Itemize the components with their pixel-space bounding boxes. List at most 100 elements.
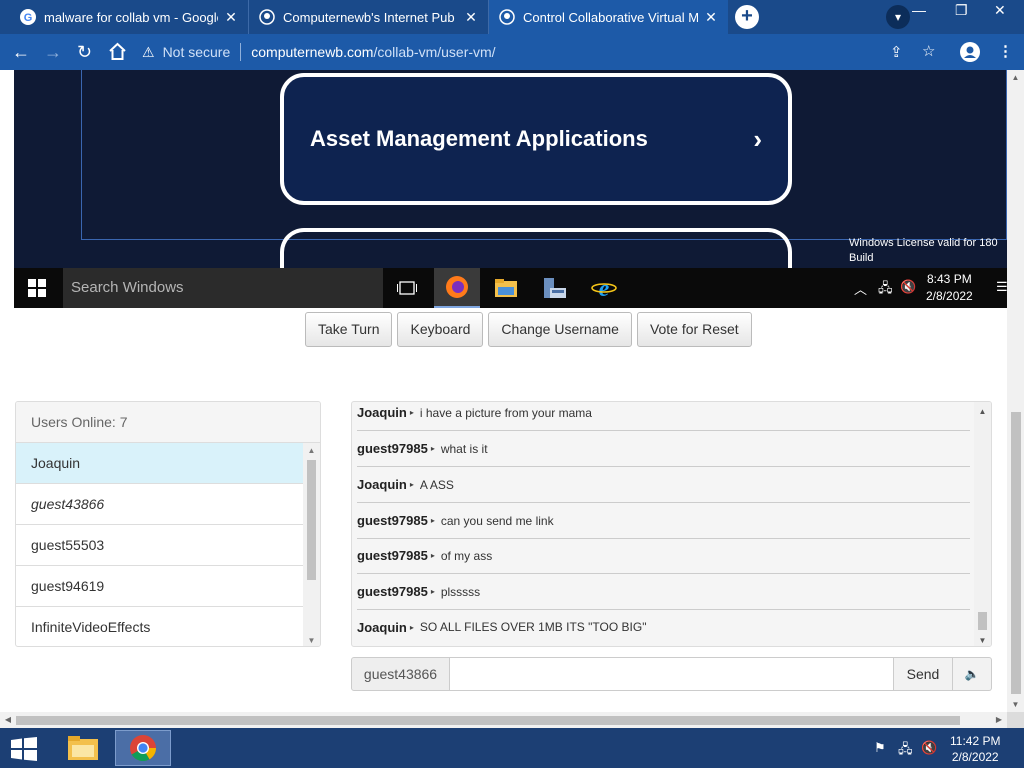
flag-alert-icon[interactable]: ⚑ [874,740,886,756]
take-turn-button[interactable]: Take Turn [305,312,393,347]
scrollbar-thumb[interactable] [16,716,960,725]
user-list-item[interactable]: guest43866 [16,484,304,525]
browser-tab-bar: G malware for collab vm - Google S ✕ Com… [0,0,1024,34]
host-date: 2/8/2022 [951,750,999,764]
profile-avatar-icon[interactable] [960,42,980,62]
current-username: guest43866 [351,657,450,691]
new-tab-button[interactable]: + [735,5,759,29]
minimize-icon[interactable]: — [912,2,926,18]
chat-message: guest97985 ▸ of my ass [357,538,970,574]
vm-controls: Take Turn Keyboard Change Username Vote … [305,312,752,347]
vm-taskbar: Search Windows e ︿ 🖧 🔇 8:43 PM 2/8/2022 … [14,268,1007,308]
maximize-icon[interactable]: ❐ [955,2,968,19]
vm-display[interactable]: Asset Management Applications › Windows … [14,70,1007,308]
user-list-item[interactable]: guest94619 [16,566,304,607]
share-icon[interactable]: ⇪ [890,43,903,61]
reload-icon[interactable]: ↻ [77,42,92,62]
network-icon[interactable]: 🖧 [878,279,893,301]
menu-kebab-icon[interactable]: ⋮ [998,42,1013,60]
tab-title: Control Collaborative Virtual Ma [523,9,698,25]
windows-start-icon[interactable] [28,279,46,297]
internet-explorer-icon[interactable]: e [581,268,627,308]
chat-message: Joaquin ▸ A ASS [357,467,970,503]
scroll-down-arrow-icon[interactable]: ▼ [1007,700,1024,709]
home-icon[interactable] [108,42,127,61]
chat-message: Joaquin ▸ i have a picture from your mama [357,402,970,431]
warning-icon[interactable]: ⚠ [142,44,155,61]
scroll-down-arrow-icon[interactable]: ▼ [974,636,991,645]
bookmark-star-icon[interactable]: ☆ [922,42,935,60]
card-label: Asset Management Applications [310,126,648,151]
user-list-item[interactable]: Joaquin [16,443,304,484]
computernewb-icon [499,9,515,25]
scrollbar-corner [1007,712,1024,728]
chrome-icon[interactable] [115,730,171,766]
server-manager-icon[interactable] [532,268,578,308]
volume-muted-icon[interactable]: 🔇 [900,279,916,295]
close-tab-icon[interactable]: ✕ [464,9,478,26]
tab-search-chevron-icon[interactable]: ▾ [886,5,910,29]
chat-message: guest97985 ▸ plsssss [357,574,970,610]
file-explorer-icon[interactable] [55,730,111,766]
scroll-left-arrow-icon[interactable]: ◀ [0,712,16,728]
scroll-up-arrow-icon[interactable]: ▲ [303,446,320,455]
chat-panel: Joaquin ▸ i have a picture from your mama … [351,401,992,647]
computernewb-icon [259,9,275,25]
vm-search-box[interactable]: Search Windows [63,268,383,308]
chat-input-row: guest43866 Send 🔈 [351,657,992,691]
close-tab-icon[interactable]: ✕ [704,9,718,26]
scroll-up-arrow-icon[interactable]: ▲ [974,407,991,416]
scroll-up-arrow-icon[interactable]: ▲ [1007,73,1024,82]
change-username-button[interactable]: Change Username [488,312,632,347]
tab-title: malware for collab vm - Google S [44,9,218,25]
chat-scrollbar[interactable]: ▲ ▼ [974,402,991,646]
tab-collab-vm[interactable]: Control Collaborative Virtual Ma ✕ [488,0,728,34]
send-button[interactable]: Send [894,657,953,691]
windows-start-icon[interactable] [10,737,38,761]
network-icon[interactable]: 🖧 [898,740,913,762]
task-view-icon[interactable] [384,268,430,308]
chat-message: guest97985 ▸ what is it [357,431,970,467]
tab-title: Computernewb's Internet Pub Hu [283,9,458,25]
vm-time: 8:43 PM [927,272,972,286]
scroll-right-arrow-icon[interactable]: ▶ [991,712,1007,728]
next-card[interactable] [280,228,792,268]
scrollbar-thumb[interactable] [978,612,987,630]
address-bar[interactable]: ⚠ Not secure computernewb.com/collab-vm/… [142,38,882,66]
not-secure-label[interactable]: Not secure [163,44,231,60]
svg-text:G: G [24,12,33,24]
keyboard-button[interactable]: Keyboard [397,312,484,347]
url-text[interactable]: computernewb.com/collab-vm/user-vm/ [251,44,495,60]
scrollbar-thumb[interactable] [1011,412,1021,694]
chat-message: guest97985 ▸ can you send me link [357,503,970,539]
firefox-icon[interactable] [434,268,480,308]
notifications-icon[interactable]: ☰ [996,279,1007,295]
tab-internet-pub[interactable]: Computernewb's Internet Pub Hu ✕ [248,0,488,34]
vote-reset-button[interactable]: Vote for Reset [636,312,752,347]
scroll-down-arrow-icon[interactable]: ▼ [303,636,320,645]
tab-google-search[interactable]: G malware for collab vm - Google S ✕ [10,0,248,34]
users-online-header: Users Online: 7 [16,402,320,443]
user-list-item[interactable]: InfiniteVideoEffects [16,607,304,646]
vm-clock[interactable]: 8:43 PM 2/8/2022 [926,271,973,305]
forward-arrow-icon[interactable]: → [44,42,62,62]
back-arrow-icon[interactable]: ← [12,42,30,62]
host-time: 11:42 PM [950,734,1001,748]
volume-muted-icon[interactable]: 🔇 [921,740,937,756]
vm-date: 2/8/2022 [926,289,973,303]
close-tab-icon[interactable]: ✕ [224,9,238,26]
scrollbar-thumb[interactable] [307,460,316,580]
host-clock[interactable]: 11:42 PM 2/8/2022 [950,733,1000,765]
user-list-item[interactable]: guest55503 [16,525,304,566]
chat-input[interactable] [450,657,894,691]
file-explorer-icon[interactable] [483,268,529,308]
speaker-icon[interactable]: 🔈 [953,657,992,691]
asset-management-card[interactable]: Asset Management Applications › [280,73,792,205]
browser-toolbar: ← → ↻ ⚠ Not secure computernewb.com/coll… [0,34,1024,70]
page-horizontal-scrollbar[interactable]: ◀ ▶ [0,712,1007,728]
close-window-icon[interactable]: ✕ [994,2,1006,19]
user-list-scrollbar[interactable]: ▲ ▼ [303,443,320,646]
page-vertical-scrollbar[interactable]: ▲ ▼ [1007,70,1024,712]
tray-chevron-up-icon[interactable]: ︿ [854,279,867,298]
google-icon: G [20,9,36,25]
